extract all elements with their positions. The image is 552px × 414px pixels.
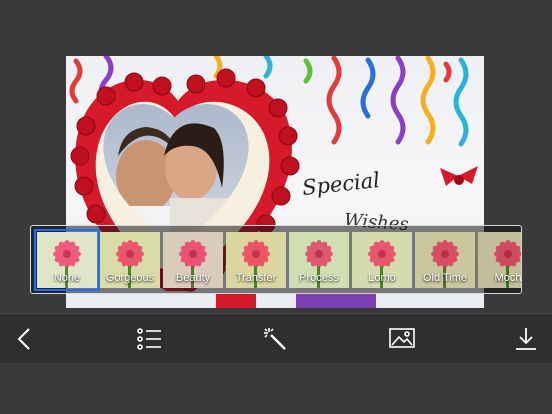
download-button[interactable] xyxy=(512,326,540,352)
filter-item[interactable]: Lomo xyxy=(352,232,412,288)
image-button[interactable] xyxy=(388,326,416,352)
filter-label: Old Time xyxy=(422,272,467,284)
filter-label: Moch xyxy=(494,272,522,284)
back-chevron-icon xyxy=(17,328,30,350)
filter-label: Lomo xyxy=(368,272,396,284)
filter-item[interactable]: Transfer xyxy=(226,232,286,288)
filter-item[interactable]: Beauty xyxy=(163,232,223,288)
app-window: Special Wishes None Gorgeous Beauty Transfe… xyxy=(0,0,552,414)
magic-wand-button[interactable] xyxy=(262,326,290,352)
filter-label: None xyxy=(53,272,81,284)
filter-item[interactable]: None xyxy=(34,229,100,291)
filter-label: Gorgeous xyxy=(105,272,155,284)
filter-item[interactable]: Gorgeous xyxy=(100,232,160,288)
filter-label: Process xyxy=(299,272,339,284)
filter-item[interactable]: Process xyxy=(289,232,349,288)
bottom-toolbar xyxy=(0,313,552,363)
download-icon xyxy=(516,328,536,350)
filter-item[interactable]: Old Time xyxy=(415,232,475,288)
back-button[interactable] xyxy=(10,326,38,352)
filter-label: Transfer xyxy=(235,272,277,284)
list-button[interactable] xyxy=(135,326,163,352)
filter-carousel[interactable]: None Gorgeous Beauty Transfer Process Lomo Old… xyxy=(30,225,522,294)
filter-item[interactable]: Moch xyxy=(478,232,522,288)
filter-label: Beauty xyxy=(175,272,211,284)
list-icon xyxy=(137,328,161,350)
magic-wand-icon xyxy=(264,328,286,350)
image-icon xyxy=(389,328,415,348)
